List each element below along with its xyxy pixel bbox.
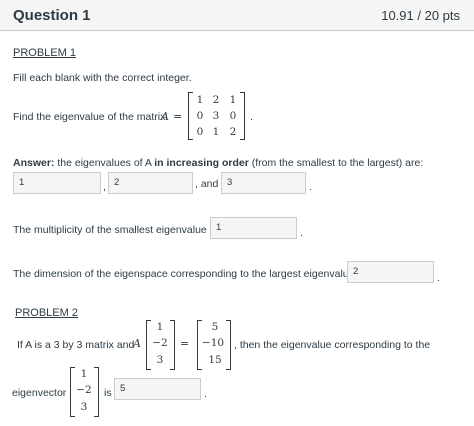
problem2-period: . <box>204 388 207 400</box>
and-separator: , and <box>195 178 219 190</box>
problem2-text-3: eigenvector <box>12 387 67 399</box>
problem2-matrix-var: A <box>133 337 141 350</box>
vector-entry: 5 <box>211 321 219 333</box>
matrix-cell: 1 <box>229 94 237 106</box>
vector-entry: 15 <box>208 354 222 366</box>
answer-text-1: the eigenvalues of A <box>54 157 155 169</box>
answer-text-2: (from the smallest to the largest) are: <box>248 157 424 169</box>
vector-entry: 1 <box>156 321 164 333</box>
matrix-a-var: A <box>161 110 169 123</box>
problem2-heading: PROBLEM 2 <box>15 307 78 319</box>
multiplicity-text: The multiplicity of the smallest eigenva… <box>13 224 218 236</box>
matrix-cell: 0 <box>229 110 237 122</box>
eigenvalue-input-2[interactable]: 2 <box>108 172 193 194</box>
vector-entry: −10 <box>201 337 225 349</box>
multiplicity-input[interactable]: 1 <box>210 217 297 239</box>
answer-bold: in increasing order <box>154 157 249 169</box>
dimension-input[interactable]: 2 <box>347 261 434 283</box>
problem2-is-text: is <box>104 387 112 399</box>
matrix-cell: 2 <box>212 94 220 106</box>
matrix-period: . <box>250 111 253 123</box>
vector-entry: 1 <box>80 368 88 380</box>
problem2-text-2: , then the eigenvalue corresponding to t… <box>234 339 431 351</box>
problem2-text-1: If A is a 3 by 3 matrix and <box>17 339 135 351</box>
problem2-equals: = <box>180 337 190 350</box>
vector-entry: 3 <box>156 354 164 366</box>
answer-label: Answer: <box>13 157 55 169</box>
question-header: Question 1 10.91 / 20 pts <box>0 0 474 31</box>
eigenvalue-input-3[interactable]: 3 <box>221 172 306 194</box>
matrix-cell: 1 <box>196 94 204 106</box>
problem1-heading: PROBLEM 1 <box>13 47 76 59</box>
matrix-cell: 3 <box>212 110 220 122</box>
answer-prompt: Answer: the eigenvalues of A in increasi… <box>13 157 423 169</box>
answer-period: . <box>309 181 312 193</box>
problem1-instructions: Fill each blank with the correct integer… <box>13 72 192 84</box>
question-title: Question 1 <box>13 7 91 24</box>
multiplicity-period: . <box>300 227 303 239</box>
vector-entry: −2 <box>152 337 168 349</box>
problem2-eigenvalue-input[interactable]: 5 <box>114 378 201 400</box>
matrix-cell: 0 <box>196 126 204 138</box>
problem1-find-text: Find the eigenvalue of the matrix <box>13 111 166 123</box>
equals-sign: = <box>173 110 183 123</box>
dimension-period: . <box>437 272 440 284</box>
matrix-cell: 1 <box>212 126 220 138</box>
vector-entry: 3 <box>80 401 88 413</box>
question-points: 10.91 / 20 pts <box>381 8 460 23</box>
dimension-text: The dimension of the eigenspace correspo… <box>13 268 365 280</box>
comma-separator: , <box>103 181 106 193</box>
eigenvalue-input-1[interactable]: 1 <box>13 172 101 194</box>
matrix-cell: 2 <box>229 126 237 138</box>
vector-entry: −2 <box>76 384 92 396</box>
matrix-cell: 0 <box>196 110 204 122</box>
